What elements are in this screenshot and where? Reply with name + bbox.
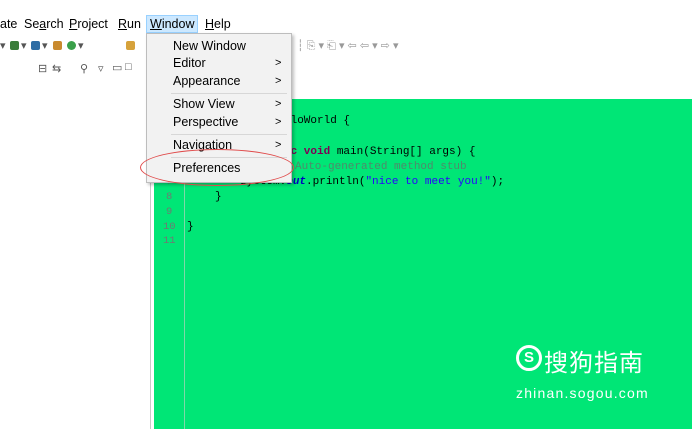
minimize-icon[interactable]: ▭ — [112, 61, 122, 74]
menu-item-show-view[interactable]: Show View — [173, 97, 235, 111]
mnemonic-letter: R — [118, 17, 128, 31]
maximize-icon[interactable]: □ — [125, 61, 132, 73]
toolbar-nav-icons[interactable]: ┆ ⎘ ▾ ⎗ ▾ ⇦ ⇦ ▾ ⇨ ▾ — [297, 39, 398, 53]
menu-help[interactable]: Help — [205, 17, 231, 31]
new-class-icon[interactable] — [67, 41, 76, 50]
dropdown-arrow-icon[interactable]: ▾ — [42, 39, 48, 52]
dropdown-arrow-icon[interactable]: ▾ — [0, 39, 6, 52]
line-number: 9 — [166, 206, 173, 218]
package-explorer — [0, 82, 150, 429]
code-method-declaration: ic void main(String[] args) { — [284, 146, 475, 158]
link-editor-icon[interactable]: ⇆ — [52, 62, 61, 75]
code-comment: Auto-generated method stub — [295, 161, 467, 173]
view-menu-icon[interactable]: ▿ — [98, 62, 104, 75]
menu-navigate[interactable]: ate — [0, 17, 17, 31]
menu-separator — [171, 93, 287, 94]
code-close-method: } — [215, 191, 222, 203]
view-toolbar: ⊟ ⇆ ⚲ ▿ ▭ □ — [0, 57, 692, 81]
submenu-arrow-icon: > — [275, 75, 282, 87]
open-type-icon[interactable] — [126, 41, 135, 50]
dropdown-arrow-icon[interactable]: ▾ — [78, 39, 84, 52]
submenu-arrow-icon: > — [275, 98, 282, 110]
code-method-signature: main(String[] args) { — [330, 146, 476, 158]
mnemonic-letter: W — [150, 17, 162, 31]
line-number: 8 — [166, 191, 173, 203]
debug-icon[interactable] — [31, 41, 40, 50]
code-class-declaration: lloWorld { — [284, 115, 351, 127]
menu-run[interactable]: Run — [118, 17, 141, 31]
menu-window[interactable]: Window — [146, 15, 199, 33]
menu-item-appearance[interactable]: Appearance — [173, 74, 240, 88]
mnemonic-letter: H — [205, 17, 215, 31]
mnemonic-letter: a — [39, 17, 47, 31]
code-close-class: } — [187, 221, 194, 233]
code-string-literal: "nice to meet you!" — [365, 176, 491, 188]
line-number: 10 — [163, 221, 176, 233]
watermark-title: 搜狗指南 — [544, 349, 644, 377]
code-println: .println( — [306, 176, 366, 188]
new-package-icon[interactable] — [53, 41, 62, 50]
watermark-url: zhinan.sogou.com — [516, 385, 649, 401]
main-toolbar: ▾ ▾ ▾ ▾ ┆ ⎘ ▾ ⎗ ▾ ⇦ ⇦ ▾ ⇨ ▾ — [0, 36, 692, 56]
menu-item-perspective[interactable]: Perspective — [173, 115, 238, 129]
line-number: 11 — [163, 235, 176, 247]
menu-project[interactable]: Project — [69, 17, 108, 31]
submenu-arrow-icon: > — [275, 57, 282, 69]
menu-item-new-window[interactable]: New Window — [173, 39, 246, 53]
submenu-arrow-icon: > — [275, 116, 282, 128]
filter-icon[interactable]: ⚲ — [80, 62, 88, 75]
collapse-all-icon[interactable]: ⊟ — [38, 62, 47, 75]
run-icon[interactable] — [10, 41, 19, 50]
mnemonic-letter: P — [69, 17, 78, 31]
code-semicolon: ); — [490, 176, 505, 188]
menu-item-editor[interactable]: Editor — [173, 56, 206, 70]
menu-separator — [171, 134, 287, 135]
menu-bar: ate Search Project Run Window Help — [0, 14, 692, 34]
annotation-ellipse — [140, 149, 294, 186]
dropdown-arrow-icon[interactable]: ▾ — [21, 39, 27, 52]
menu-search[interactable]: Search — [24, 17, 64, 31]
submenu-arrow-icon: > — [275, 139, 282, 151]
sogou-logo-icon: S — [516, 345, 542, 371]
